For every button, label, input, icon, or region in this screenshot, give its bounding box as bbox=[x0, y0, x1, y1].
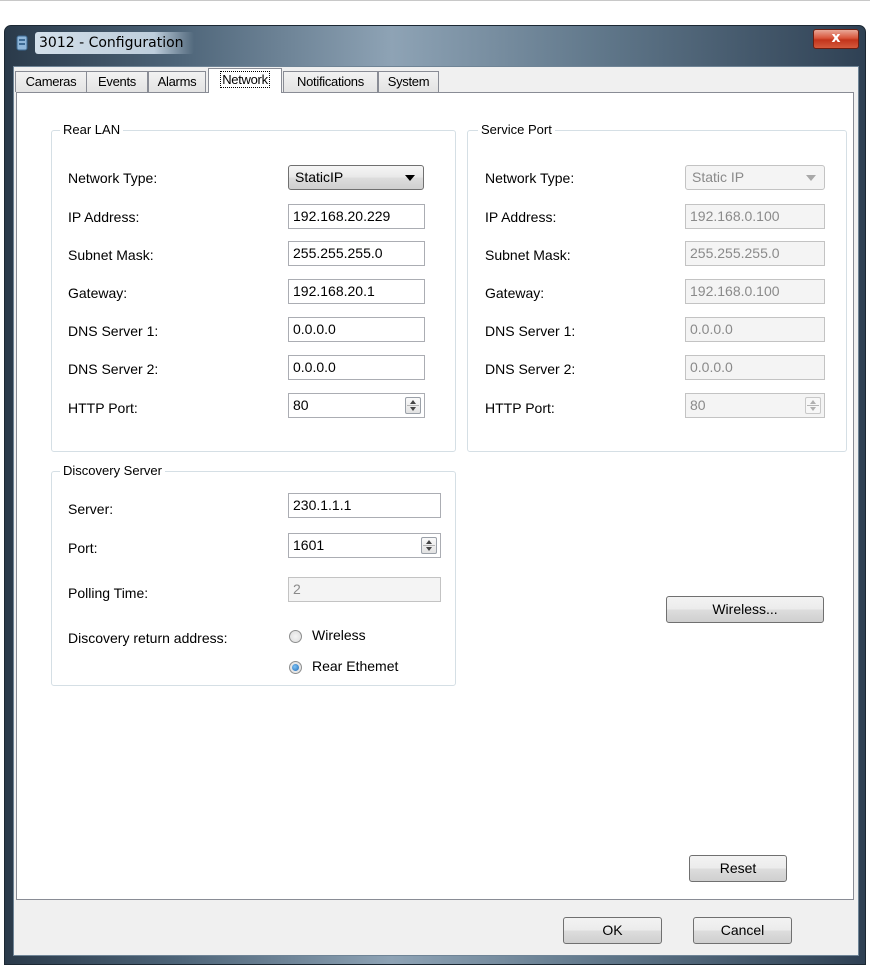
discovery-server-field[interactable]: 230.1.1.1 bbox=[288, 493, 441, 518]
discovery-return-label: Discovery return address: bbox=[68, 630, 228, 646]
reset-button[interactable]: Reset bbox=[689, 855, 787, 882]
title-bar[interactable]: 3012 - Configuration x bbox=[5, 26, 865, 56]
svc-ip-field: 192.168.0.100 bbox=[685, 204, 825, 229]
radio-rear-ethernet-label[interactable]: Rear Ethemet bbox=[312, 657, 398, 675]
discovery-port-stepper[interactable]: 1601 bbox=[288, 533, 441, 558]
radio-wireless[interactable] bbox=[289, 630, 302, 643]
dialog-client-area: Cameras Events Alarms Network Notificati… bbox=[13, 66, 859, 956]
app-icon bbox=[16, 35, 28, 51]
tab-network-label: Network bbox=[220, 71, 270, 88]
tab-notifications[interactable]: Notifications bbox=[283, 71, 378, 92]
svc-network-type-label: Network Type: bbox=[485, 170, 575, 186]
rear-dns1-label: DNS Server 1: bbox=[68, 323, 159, 339]
rear-dns2-field[interactable]: 0.0.0.0 bbox=[288, 355, 425, 380]
polling-time-field: 2 bbox=[288, 577, 441, 602]
svc-dns1-field: 0.0.0.0 bbox=[685, 317, 825, 342]
tab-alarms[interactable]: Alarms bbox=[148, 71, 206, 92]
window-title: 3012 - Configuration bbox=[35, 32, 194, 54]
svc-http-port-label: HTTP Port: bbox=[485, 400, 555, 416]
svc-http-port-stepper: 80 bbox=[685, 393, 825, 418]
svc-gateway-label: Gateway: bbox=[485, 285, 545, 301]
network-tab-page: Rear LAN Network Type: StaticIP IP Addre… bbox=[16, 92, 854, 900]
rear-dns1-field[interactable]: 0.0.0.0 bbox=[288, 317, 425, 342]
svc-dns1-label: DNS Server 1: bbox=[485, 323, 576, 339]
radio-wireless-label[interactable]: Wireless bbox=[312, 626, 366, 644]
discovery-port-value: 1601 bbox=[293, 537, 325, 553]
discovery-server-label: Server: bbox=[68, 501, 114, 517]
svc-subnet-label: Subnet Mask: bbox=[485, 247, 571, 263]
discovery-legend: Discovery Server bbox=[60, 463, 165, 479]
svc-dns2-label: DNS Server 2: bbox=[485, 361, 576, 377]
cancel-button[interactable]: Cancel bbox=[693, 917, 792, 944]
spin-arrows-icon[interactable] bbox=[405, 397, 421, 414]
discovery-port-label: Port: bbox=[68, 540, 98, 556]
rear-gateway-label: Gateway: bbox=[68, 285, 128, 301]
spin-arrows-icon bbox=[805, 397, 821, 414]
rear-lan-legend: Rear LAN bbox=[60, 122, 124, 138]
polling-time-label: Polling Time: bbox=[68, 585, 149, 601]
rear-http-port-stepper[interactable]: 80 bbox=[288, 393, 425, 418]
rear-ip-label: IP Address: bbox=[68, 209, 140, 225]
service-port-legend: Service Port bbox=[478, 122, 555, 138]
rear-ip-field[interactable]: 192.168.20.229 bbox=[288, 204, 425, 229]
top-divider bbox=[0, 0, 870, 1]
radio-rear-ethernet[interactable] bbox=[289, 661, 302, 674]
wireless-button[interactable]: Wireless... bbox=[666, 596, 824, 623]
svc-http-port-value: 80 bbox=[690, 397, 706, 413]
rear-gateway-field[interactable]: 192.168.20.1 bbox=[288, 279, 425, 304]
discovery-server-group: Discovery Server Server: 230.1.1.1 Port:… bbox=[51, 463, 456, 686]
rear-dns2-label: DNS Server 2: bbox=[68, 361, 159, 377]
configuration-window: 3012 - Configuration x Cameras Events Al… bbox=[4, 25, 866, 965]
spin-arrows-icon[interactable] bbox=[421, 537, 437, 554]
rear-network-type-select[interactable]: StaticIP bbox=[288, 165, 424, 190]
rear-subnet-field[interactable]: 255.255.255.0 bbox=[288, 241, 425, 266]
close-button[interactable]: x bbox=[813, 29, 859, 49]
chevron-down-icon bbox=[806, 175, 816, 181]
rear-http-port-label: HTTP Port: bbox=[68, 400, 138, 416]
svc-network-type-value: Static IP bbox=[692, 169, 745, 185]
tab-network[interactable]: Network bbox=[208, 68, 282, 93]
rear-lan-group: Rear LAN Network Type: StaticIP IP Addre… bbox=[51, 122, 456, 452]
svc-gateway-field: 192.168.0.100 bbox=[685, 279, 825, 304]
svc-dns2-field: 0.0.0.0 bbox=[685, 355, 825, 380]
tab-strip: Cameras Events Alarms Network Notificati… bbox=[14, 67, 858, 93]
svc-ip-label: IP Address: bbox=[485, 209, 557, 225]
chevron-down-icon bbox=[405, 175, 415, 181]
tab-cameras[interactable]: Cameras bbox=[15, 71, 87, 92]
ok-button[interactable]: OK bbox=[563, 917, 662, 944]
tab-system[interactable]: System bbox=[378, 71, 439, 92]
rear-network-type-value: StaticIP bbox=[295, 169, 344, 185]
rear-subnet-label: Subnet Mask: bbox=[68, 247, 154, 263]
close-icon: x bbox=[831, 30, 841, 46]
tab-events[interactable]: Events bbox=[86, 71, 148, 92]
svc-subnet-field: 255.255.255.0 bbox=[685, 241, 825, 266]
svc-network-type-select: Static IP bbox=[685, 165, 825, 190]
rear-network-type-label: Network Type: bbox=[68, 170, 158, 186]
rear-http-port-value: 80 bbox=[293, 397, 309, 413]
service-port-group: Service Port Network Type: Static IP IP … bbox=[467, 122, 847, 452]
